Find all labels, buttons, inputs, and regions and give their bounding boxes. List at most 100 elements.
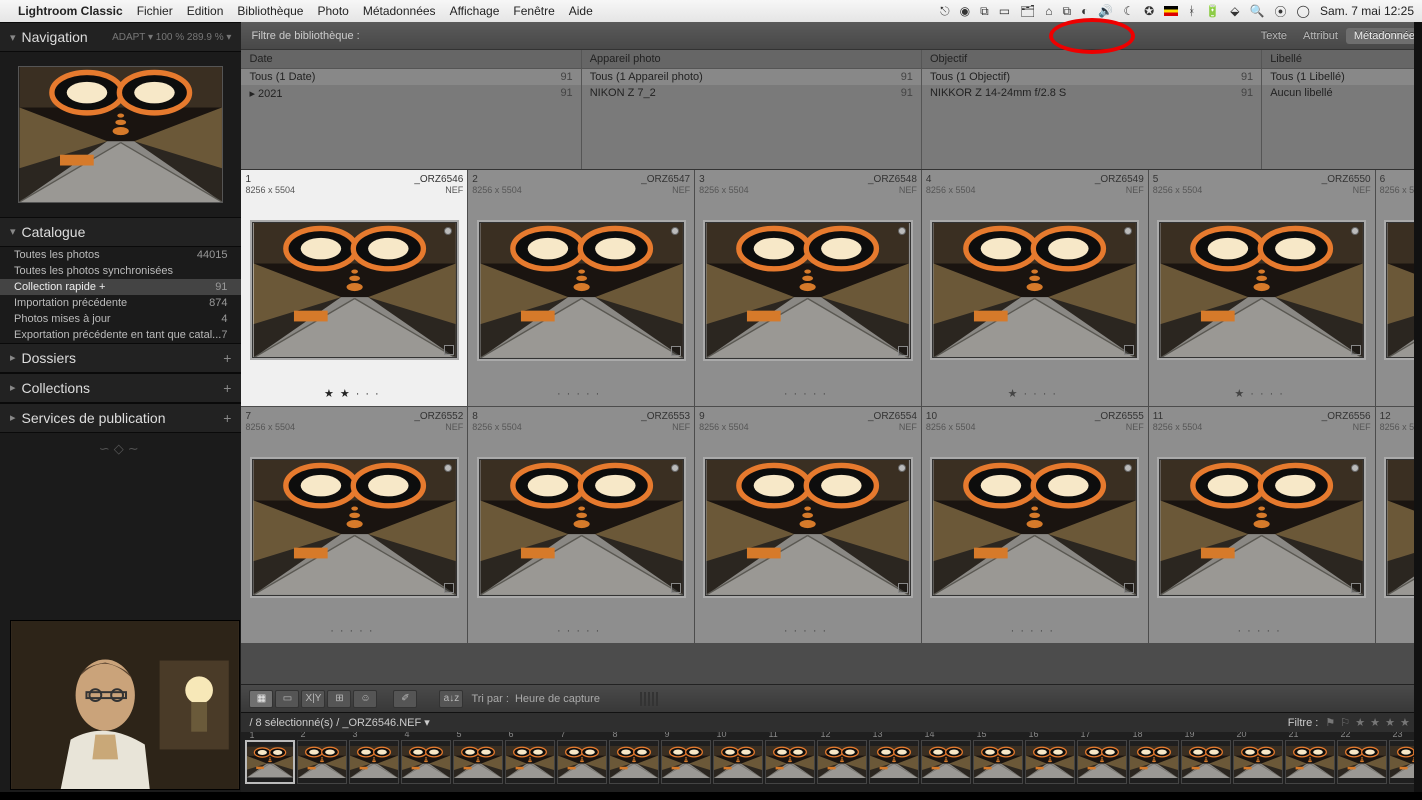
catalog-row[interactable]: Exportation précédente en tant que catal… xyxy=(0,327,241,343)
menu-item[interactable]: Bibliothèque xyxy=(237,4,303,18)
rating-stars[interactable]: ★···· xyxy=(926,385,1144,402)
sort-value[interactable]: Heure de capture xyxy=(515,693,600,705)
grid-cell[interactable]: 5_ORZ6550 8256 x 5504NEF ★···· xyxy=(1149,170,1375,406)
siri-icon[interactable]: ◯ xyxy=(1297,4,1310,18)
rating-star-icon[interactable]: ★ xyxy=(1385,717,1395,729)
right-panel-collapsed[interactable] xyxy=(1414,22,1422,792)
filmstrip-thumb[interactable]: 17 xyxy=(1077,740,1127,784)
clock[interactable]: Sam. 7 mai 12:25 xyxy=(1320,4,1414,18)
metadata-column-header[interactable]: Objectif xyxy=(922,50,1261,69)
menu-item[interactable]: Fichier xyxy=(137,4,173,18)
filmstrip-thumb[interactable]: 21 xyxy=(1285,740,1335,784)
grid-cell[interactable]: 2_ORZ6547 8256 x 5504NEF ····· xyxy=(468,170,694,406)
color-label-swatch[interactable] xyxy=(652,692,654,706)
filter-tab[interactable]: Texte xyxy=(1253,28,1295,44)
thumbnail-image[interactable] xyxy=(252,222,457,359)
thumbnail-image[interactable] xyxy=(479,222,684,359)
add-icon[interactable]: + xyxy=(223,380,231,396)
rating-star-icon[interactable]: ★ xyxy=(1400,717,1410,729)
disclosure-triangle-icon[interactable]: ▾ xyxy=(10,31,16,44)
catalog-panel-header[interactable]: ▾ Catalogue xyxy=(0,217,241,247)
loupe-view-button[interactable]: ▭ xyxy=(275,690,299,708)
metadata-row[interactable]: Tous (1 Objectif)91 xyxy=(922,69,1261,85)
grid-scroll[interactable]: 1_ORZ6546 8256 x 5504NEF ★★··· 2_ORZ6547… xyxy=(241,170,1422,684)
metadata-column-header[interactable]: Appareil photo xyxy=(582,50,921,69)
selection-status[interactable]: / 8 sélectionné(s) / _ORZ6546.NEF ▾ xyxy=(249,716,429,729)
catalog-row[interactable]: Photos mises à jour4 xyxy=(0,311,241,327)
wifi-icon[interactable]: ⬙ xyxy=(1230,4,1239,18)
grid-cell[interactable]: 1_ORZ6546 8256 x 5504NEF ★★··· xyxy=(241,170,467,406)
disclosure-triangle-icon[interactable]: ▸ xyxy=(10,381,16,394)
flag-icon[interactable] xyxy=(1164,6,1178,16)
color-label-swatch[interactable] xyxy=(656,692,658,706)
filmstrip-thumb[interactable]: 12 xyxy=(817,740,867,784)
grid-cell[interactable]: 4_ORZ6549 8256 x 5504NEF ★···· xyxy=(922,170,1148,406)
filmstrip-thumb[interactable]: 16 xyxy=(1025,740,1075,784)
rating-stars[interactable]: ····· xyxy=(699,386,917,402)
status-icon[interactable]: ⧉ xyxy=(980,4,989,19)
flag-pick-icon[interactable]: ⚑ xyxy=(1325,717,1335,729)
disclosure-triangle-icon[interactable]: ▸ xyxy=(10,351,16,364)
status-icon[interactable]: ◉ xyxy=(960,4,970,18)
metadata-row[interactable]: NIKON Z 7_291 xyxy=(582,85,921,101)
rating-stars[interactable]: ★···· xyxy=(1153,385,1371,402)
filmstrip-thumb[interactable]: 3 xyxy=(349,740,399,784)
metadata-row[interactable]: NIKKOR Z 14-24mm f/2.8 S91 xyxy=(922,85,1261,101)
color-label-swatch[interactable] xyxy=(640,692,642,706)
grid-cell[interactable]: 9_ORZ6554 8256 x 5504NEF ····· xyxy=(695,407,921,643)
rating-stars[interactable]: ····· xyxy=(472,623,690,639)
catalog-row[interactable]: Toutes les photos44015 xyxy=(0,247,241,263)
filmstrip-thumb[interactable]: 13 xyxy=(869,740,919,784)
people-view-button[interactable]: ☺ xyxy=(353,690,377,708)
metadata-row[interactable]: Aucun libellé91 xyxy=(1262,85,1422,101)
status-icon[interactable]: ✪ xyxy=(1144,4,1154,18)
flag-reject-icon[interactable]: ⚐ xyxy=(1340,717,1350,729)
menu-item[interactable]: Aide xyxy=(569,4,593,18)
survey-view-button[interactable]: ⊞ xyxy=(327,690,351,708)
thumbnail-image[interactable] xyxy=(252,459,457,596)
search-icon[interactable]: 🔍 xyxy=(1250,4,1265,18)
grid-cell[interactable]: 10_ORZ6555 8256 x 5504NEF ····· xyxy=(922,407,1148,643)
preview-image[interactable] xyxy=(18,66,223,203)
filmstrip-thumb[interactable]: 19 xyxy=(1181,740,1231,784)
control-center-icon[interactable]: ⦿ xyxy=(1274,3,1286,20)
thumbnail-image[interactable] xyxy=(479,459,684,596)
grid-cell[interactable]: 8_ORZ6553 8256 x 5504NEF ····· xyxy=(468,407,694,643)
thumbnail-image[interactable] xyxy=(932,459,1137,596)
metadata-column-header[interactable]: Libellé xyxy=(1262,50,1422,69)
status-icon[interactable]: ◐ xyxy=(1081,4,1088,18)
rating-stars[interactable]: ····· xyxy=(472,386,690,402)
menu-item[interactable]: Affichage xyxy=(450,4,500,18)
publish-panel-header[interactable]: ▸ Services de publication + xyxy=(0,403,241,433)
status-icon[interactable]: ▭ xyxy=(999,4,1010,18)
rating-stars[interactable]: ····· xyxy=(699,623,917,639)
metadata-row[interactable]: Tous (1 Libellé)91 xyxy=(1262,69,1422,85)
rating-star-icon[interactable]: ★ xyxy=(1355,717,1365,729)
filmstrip-thumb[interactable]: 2 xyxy=(297,740,347,784)
filmstrip-thumb[interactable]: 22 xyxy=(1337,740,1387,784)
metadata-row[interactable]: Tous (1 Date)91 xyxy=(241,69,580,85)
grid-cell[interactable]: 3_ORZ6548 8256 x 5504NEF ····· xyxy=(695,170,921,406)
menu-item[interactable]: Edition xyxy=(187,4,224,18)
filter-tab[interactable]: Attribut xyxy=(1295,28,1346,44)
rating-stars[interactable]: ★★··· xyxy=(245,385,463,402)
sort-direction-button[interactable]: a↓z xyxy=(439,690,463,708)
filmstrip-thumb[interactable]: 11 xyxy=(765,740,815,784)
metadata-column-header[interactable]: Date xyxy=(241,50,580,69)
thumbnail-image[interactable] xyxy=(932,222,1137,359)
filmstrip-thumb[interactable]: 8 xyxy=(609,740,659,784)
status-icon[interactable]: 🗂 xyxy=(1020,4,1035,18)
thumbnail-image[interactable] xyxy=(1159,222,1364,359)
rating-stars[interactable]: ····· xyxy=(1153,623,1371,639)
filmstrip-thumb[interactable]: 18 xyxy=(1129,740,1179,784)
app-name[interactable]: Lightroom Classic xyxy=(18,4,123,18)
filmstrip-thumb[interactable]: 5 xyxy=(453,740,503,784)
menu-item[interactable]: Métadonnées xyxy=(363,4,436,18)
battery-icon[interactable]: 🔋 xyxy=(1205,4,1220,18)
catalog-row[interactable]: Toutes les photos synchronisées xyxy=(0,263,241,279)
filmstrip-thumb[interactable]: 14 xyxy=(921,740,971,784)
navigation-panel-header[interactable]: ▾ Navigation ADAPT ▾ 100 % 289.9 % ▾ xyxy=(0,22,241,52)
folders-panel-header[interactable]: ▸ Dossiers + xyxy=(0,343,241,373)
status-icon[interactable]: 🔊 xyxy=(1098,4,1113,18)
disclosure-triangle-icon[interactable]: ▸ xyxy=(10,411,16,424)
